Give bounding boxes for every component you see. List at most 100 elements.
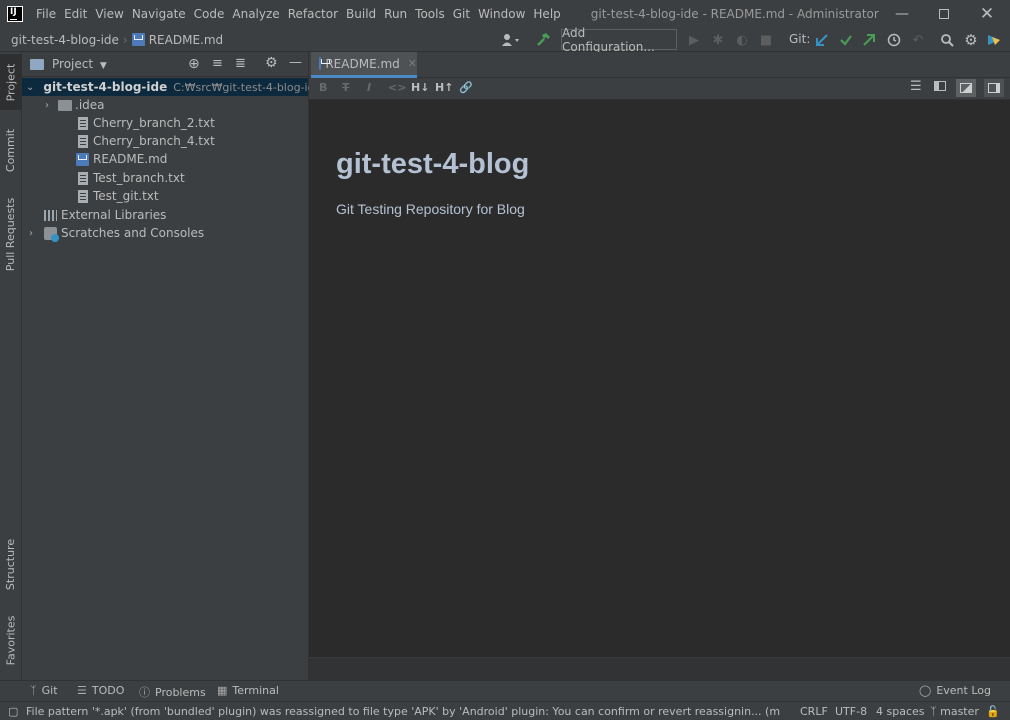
menu-code[interactable]: Code (190, 7, 229, 21)
breadcrumb-file[interactable]: README.md (131, 32, 224, 47)
bold-button[interactable]: B (319, 81, 327, 94)
breadcrumb-project[interactable]: git-test-4-blog-ide (11, 33, 119, 47)
menu-file[interactable]: File (32, 7, 60, 21)
search-icon (941, 34, 954, 47)
tool-tab-problems[interactable]: ⓘ Problems (139, 684, 206, 700)
info-icon: ⓘ (139, 686, 150, 699)
menu-build[interactable]: Build (342, 7, 380, 21)
menu-navigate[interactable]: Navigate (128, 7, 190, 21)
status-message[interactable]: File pattern '*.apk' (from 'bundled' plu… (26, 705, 780, 718)
git-branch-widget[interactable]: ᛉ master (930, 705, 979, 718)
stop-button[interactable]: ■ (758, 32, 774, 48)
panel-options-button[interactable]: ⚙ (265, 55, 278, 71)
toolbox-button[interactable] (986, 32, 1002, 48)
list-icon: ☰ (77, 684, 87, 697)
tool-tab-structure[interactable]: Structure (0, 532, 22, 596)
tree-item-cherry-branch-2[interactable]: Cherry_branch_2.txt (22, 114, 308, 132)
tool-windows-toggle-icon[interactable]: ▢ (8, 705, 18, 718)
editor-only-button[interactable]: ☰ (910, 79, 922, 94)
header-down-button[interactable]: H↓ (411, 81, 429, 94)
strikethrough-button[interactable]: T (342, 81, 350, 94)
menu-git[interactable]: Git (449, 7, 474, 21)
tree-item-idea[interactable]: › .idea (22, 96, 308, 114)
maximize-button[interactable] (922, 0, 966, 28)
change-layout-button[interactable] (984, 79, 1004, 97)
locate-file-button[interactable]: ⊕ (188, 56, 200, 72)
tool-tab-todo[interactable]: ☰ TODO (77, 684, 124, 697)
close-tab-icon[interactable]: ✕ (408, 57, 417, 70)
add-configuration-button[interactable]: Add Configuration... (561, 26, 677, 54)
project-view-selector[interactable]: Project ▼ (52, 57, 107, 71)
header-up-icon: H↑ (435, 81, 454, 94)
tree-item-label: Scratches and Consoles (61, 226, 205, 240)
indent-indicator[interactable]: 4 spaces (876, 705, 925, 718)
tool-tab-structure-label: Structure (4, 538, 18, 590)
tree-item-external-libraries[interactable]: External Libraries (22, 206, 308, 224)
git-push-button[interactable] (861, 32, 877, 48)
tool-tab-commit[interactable]: Commit (0, 120, 22, 180)
git-history-button[interactable] (886, 32, 902, 48)
tree-item-scratches[interactable]: › Scratches and Consoles (22, 224, 308, 242)
user-menu-button[interactable] (499, 32, 523, 48)
git-commit-button[interactable] (838, 32, 854, 48)
menu-refactor[interactable]: Refactor (284, 7, 342, 21)
header-up-button[interactable]: H↑ (435, 81, 453, 94)
menu-analyze[interactable]: Analyze (228, 7, 283, 21)
breadcrumb-file-label: README.md (148, 32, 224, 47)
project-view-icon (30, 58, 44, 70)
tool-tab-favorites[interactable]: Favorites (0, 608, 22, 672)
horizontal-scrollbar[interactable] (309, 657, 1010, 680)
git-update-button[interactable] (814, 32, 830, 48)
line-separator-indicator[interactable]: CRLF (800, 705, 828, 718)
status-bar: ▢ File pattern '*.apk' (from 'bundled' p… (0, 701, 1010, 720)
library-icon (44, 209, 57, 221)
bold-icon: B (319, 81, 328, 94)
markdown-file-icon (131, 32, 145, 46)
tree-item-cherry-branch-4[interactable]: Cherry_branch_4.txt (22, 132, 308, 150)
search-everywhere-button[interactable] (939, 32, 955, 48)
menu-view[interactable]: View (91, 7, 127, 21)
editor-tab-readme[interactable]: README.md ✕ (311, 52, 417, 78)
menu-help[interactable]: Help (529, 7, 564, 21)
debug-button[interactable]: ✱ (710, 32, 726, 48)
collapse-all-button[interactable]: ≣ (235, 56, 246, 71)
run-button[interactable]: ▶ (686, 32, 702, 48)
tool-tab-event-log[interactable]: ◯ Event Log (919, 684, 991, 697)
tree-item-test-git[interactable]: Test_git.txt (22, 187, 308, 205)
checkmark-icon (840, 35, 852, 46)
undo-icon: ↶ (912, 32, 924, 48)
build-button[interactable] (535, 32, 551, 48)
menu-tools[interactable]: Tools (411, 7, 449, 21)
tree-root-project[interactable]: ⌄ git-test-4-blog-ide C:₩src₩git-test-4-… (22, 78, 321, 96)
expand-all-button[interactable]: ≡ (212, 56, 223, 71)
tool-tab-pull-requests[interactable]: Pull Requests (0, 190, 22, 278)
tree-item-label: External Libraries (61, 208, 167, 222)
markdown-preview[interactable]: git-test-4-blog Git Testing Repository f… (309, 100, 1010, 657)
italic-button[interactable]: I (367, 81, 371, 94)
coverage-button[interactable]: ◐ (734, 32, 750, 48)
tool-tab-project[interactable]: Project (0, 54, 22, 110)
tree-item-readme[interactable]: README.md (22, 150, 308, 168)
menu-window[interactable]: Window (474, 7, 529, 21)
code-button[interactable]: <> (388, 81, 406, 94)
tree-item-test-branch[interactable]: Test_branch.txt (22, 169, 308, 187)
hide-panel-button[interactable]: — (289, 55, 302, 70)
git-rollback-button[interactable]: ↶ (910, 32, 926, 48)
split-view-button[interactable] (934, 81, 946, 94)
lock-icon[interactable]: 🔓 (986, 705, 1000, 718)
tree-item-label: README.md (93, 152, 168, 166)
git-label: Git: (789, 32, 811, 46)
link-button[interactable]: 🔗 (459, 81, 473, 94)
tool-tab-terminal[interactable]: ▦ Terminal (217, 684, 279, 697)
preview-only-button[interactable] (956, 79, 976, 97)
minimize-icon: — (289, 55, 302, 70)
settings-button[interactable]: ⚙ (963, 31, 979, 49)
encoding-indicator[interactable]: UTF-8 (835, 705, 867, 718)
menu-run[interactable]: Run (380, 7, 411, 21)
scratches-icon (44, 226, 59, 242)
breadcrumb-separator-icon: › (122, 32, 128, 47)
tool-tab-git[interactable]: ᛉ Git (30, 684, 58, 697)
minimize-button[interactable]: — (880, 0, 924, 28)
close-window-button[interactable]: ✕ (965, 0, 1009, 28)
menu-edit[interactable]: Edit (60, 7, 91, 21)
